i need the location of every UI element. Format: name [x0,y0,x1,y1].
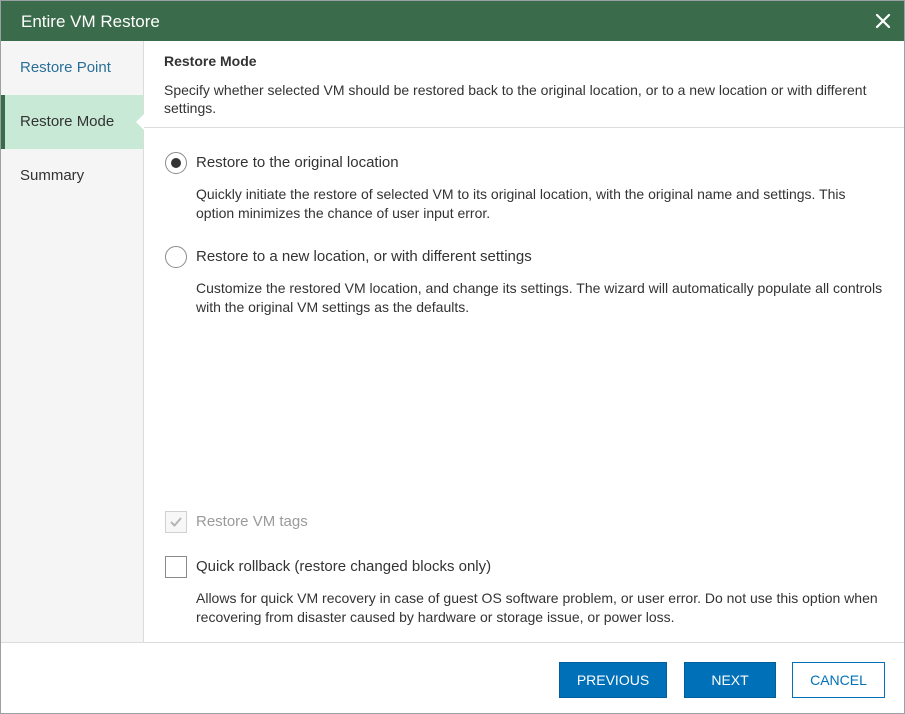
wizard-steps-sidebar: Restore Point Restore Mode Summary [1,41,144,642]
original-location-description: Quickly initiate the restore of selected… [196,186,846,221]
step-title: Restore Mode [164,53,257,69]
original-location-label[interactable]: Restore to the original location [196,154,399,171]
previous-button[interactable]: PREVIOUS [559,662,667,698]
original-location-radio[interactable] [165,152,187,174]
step-restore-mode[interactable]: Restore Mode [1,95,144,149]
new-location-radio[interactable] [165,246,187,268]
next-button[interactable]: NEXT [684,662,776,698]
title-bar: Entire VM Restore [1,1,904,41]
quick-rollback-checkbox[interactable] [165,556,187,578]
new-location-description: Customize the restored VM location, and … [196,280,883,315]
option-new-location: Restore to a new location, or with diffe… [165,246,890,326]
option-quick-rollback: Quick rollback (restore changed blocks o… [165,556,890,631]
new-location-label[interactable]: Restore to a new location, or with diffe… [196,248,532,265]
window-title: Entire VM Restore [21,12,160,31]
restore-vm-tags-checkbox [165,511,187,533]
option-restore-vm-tags: Restore VM tags [165,511,890,535]
step-description: Specify whether selected VM should be re… [164,82,867,116]
close-button[interactable] [872,10,894,32]
step-summary: Summary [20,167,85,184]
close-icon [875,13,891,29]
step-restore-point[interactable]: Restore Point [1,41,143,95]
restore-vm-tags-label: Restore VM tags [196,513,308,530]
quick-rollback-description: Allows for quick VM recovery in case of … [196,590,878,625]
cancel-button[interactable]: CANCEL [792,662,885,698]
wizard-window: Entire VM Restore Restore Point Restore … [0,0,905,714]
quick-rollback-label[interactable]: Quick rollback (restore changed blocks o… [196,558,491,575]
option-original-location: Restore to the original location Quickly… [165,152,890,232]
checkmark-icon [170,517,182,527]
step-header: Restore Mode Specify whether selected VM… [144,41,904,128]
wizard-footer: PREVIOUS NEXT CANCEL [1,642,904,713]
